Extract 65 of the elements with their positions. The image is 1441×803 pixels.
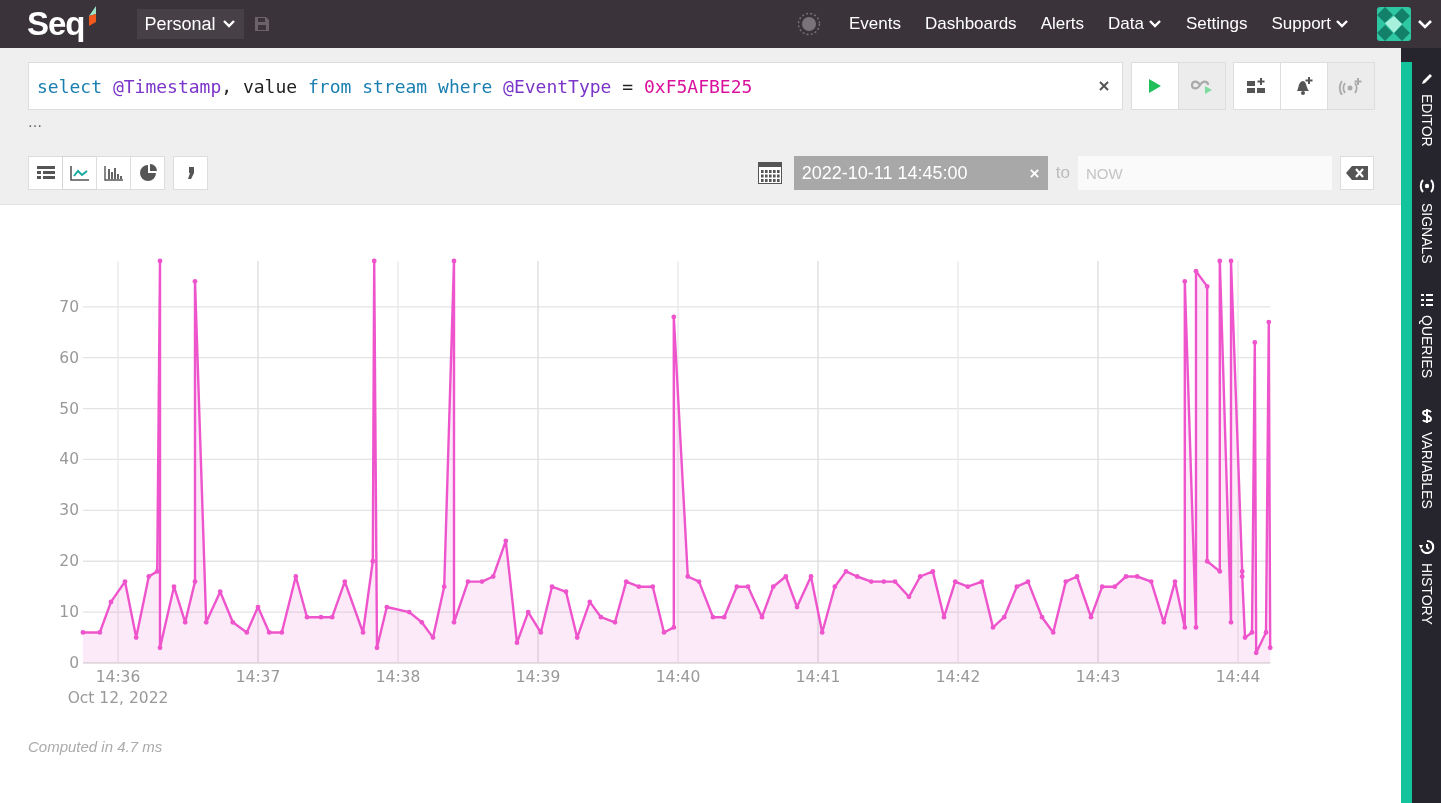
- query-field[interactable]: select @Timestamp, value from stream where @EventType = 0xF5AFBE25: [28, 62, 1123, 110]
- pie-chart-icon: [138, 164, 157, 182]
- nav-link[interactable]: Settings: [1186, 14, 1248, 34]
- pie-view-button[interactable]: [130, 156, 165, 190]
- add-alert-button[interactable]: [1280, 62, 1328, 110]
- computed-time-note: Computed in 4.7 ms: [28, 738, 164, 755]
- add-signal-icon: [1338, 77, 1364, 95]
- x-tick-label: 14:40: [655, 668, 701, 686]
- csv-view-button[interactable]: [173, 156, 208, 190]
- comma-icon: [186, 165, 195, 181]
- y-tick-label: 20: [59, 552, 79, 571]
- pencil-icon: [1419, 72, 1434, 86]
- theme-toggle-icon[interactable]: [796, 12, 821, 36]
- table-icon: [35, 165, 56, 181]
- more-indicator[interactable]: …: [28, 112, 1374, 136]
- caret-icon[interactable]: [1417, 18, 1433, 30]
- avatar-icon[interactable]: [1377, 7, 1411, 41]
- workspace-dropdown[interactable]: Personal: [136, 9, 244, 39]
- line-view-button[interactable]: [62, 156, 97, 190]
- dollar-icon: [1420, 408, 1433, 425]
- y-tick-label: 10: [59, 603, 79, 622]
- chevron-down-icon: [221, 19, 236, 29]
- y-tick-label: 70: [59, 297, 79, 316]
- y-tick-label: 30: [59, 501, 79, 520]
- backspace-icon: [1346, 166, 1368, 180]
- signal-icon: [1418, 176, 1435, 195]
- bar-view-button[interactable]: [96, 156, 131, 190]
- calendar-icon[interactable]: [757, 162, 782, 184]
- variables-tab[interactable]: VARIABLES: [1418, 408, 1435, 510]
- nav-link[interactable]: Alerts: [1040, 14, 1085, 34]
- y-tick-label: 50: [59, 399, 79, 418]
- chevron-down-icon: [1335, 19, 1349, 29]
- nav-link[interactable]: Dashboards: [924, 14, 1017, 34]
- clear-range-button[interactable]: [1340, 156, 1374, 190]
- signals-tab[interactable]: SIGNALS: [1418, 176, 1435, 264]
- play-icon: [1148, 78, 1162, 94]
- nav-link[interactable]: Events: [848, 14, 901, 34]
- bar-chart-icon: [103, 165, 124, 181]
- x-tick-label: 14:37: [235, 668, 281, 686]
- y-tick-label: 0: [69, 654, 79, 672]
- y-tick-label: 60: [59, 348, 79, 367]
- x-tick-label: 14:43: [1075, 668, 1121, 686]
- y-tick-label: 40: [59, 450, 79, 469]
- clear-icon[interactable]: [1098, 80, 1110, 92]
- list-icon: [1419, 293, 1434, 308]
- history-tab[interactable]: HISTORY: [1418, 539, 1435, 625]
- x-tick-label: 14:41: [795, 668, 841, 686]
- queries-tab[interactable]: QUERIES: [1418, 293, 1435, 379]
- x-tick-label: 14:39: [515, 668, 561, 686]
- nav-link[interactable]: Support: [1271, 14, 1349, 34]
- logo-text: Seq: [27, 5, 85, 43]
- add-to-dashboard-button[interactable]: [1233, 62, 1281, 110]
- history-icon: [1418, 539, 1435, 556]
- x-tick-label: 14:42: [935, 668, 981, 686]
- add-tiles-icon: [1246, 77, 1268, 95]
- line-chart-icon: [69, 165, 90, 181]
- chevron-down-icon: [1148, 19, 1162, 29]
- date-label: Oct 12, 2022: [67, 689, 169, 707]
- x-tick-label: 14:36: [95, 668, 141, 686]
- x-tick-label: 14:38: [375, 668, 421, 686]
- nav-link[interactable]: Data: [1108, 14, 1162, 34]
- logo-mark-icon: [86, 6, 97, 28]
- table-view-button[interactable]: [28, 156, 63, 190]
- x-tick-label: 14:44: [1215, 668, 1261, 686]
- editor-tab[interactable]: EDITOR: [1418, 72, 1435, 147]
